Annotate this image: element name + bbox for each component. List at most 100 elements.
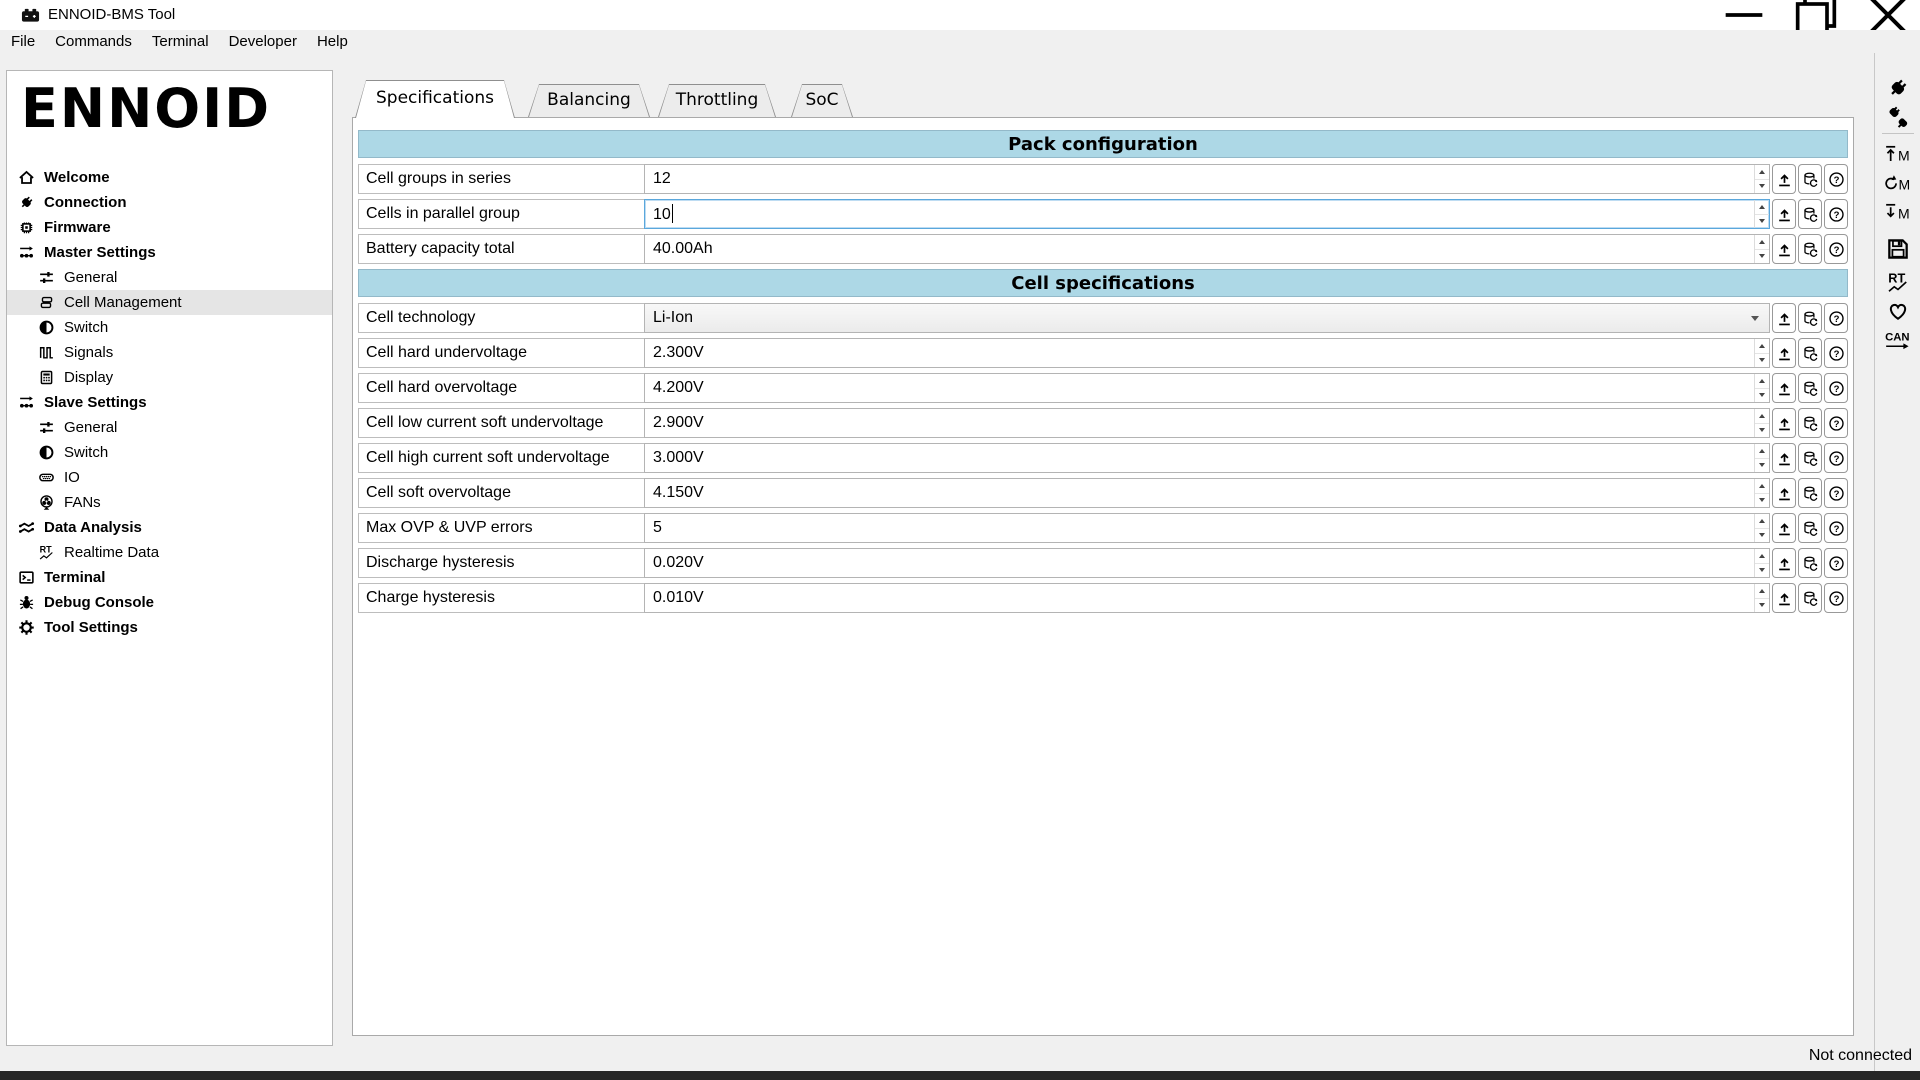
cells-in-parallel-group-input[interactable]: 10 bbox=[644, 199, 1770, 229]
spin-up-button[interactable] bbox=[1755, 514, 1769, 528]
spin-up-button[interactable] bbox=[1755, 165, 1769, 179]
menu-file[interactable]: File bbox=[1, 30, 45, 53]
write-value-button[interactable] bbox=[1772, 164, 1796, 194]
help-button[interactable]: ? bbox=[1824, 338, 1848, 368]
minimize-button[interactable] bbox=[1722, 0, 1766, 30]
sidebar-item-data-analysis[interactable]: Data Analysis bbox=[7, 515, 332, 540]
restore-button[interactable] bbox=[1794, 0, 1838, 30]
sidebar-item-tool-settings[interactable]: Tool Settings bbox=[7, 615, 332, 640]
write-value-button[interactable] bbox=[1772, 234, 1796, 264]
cell-technology-combobox[interactable]: Li-Ion bbox=[644, 303, 1770, 333]
disconnect-button[interactable] bbox=[1883, 105, 1913, 131]
spin-down-button[interactable] bbox=[1755, 493, 1769, 508]
help-button[interactable]: ? bbox=[1824, 234, 1848, 264]
write-value-button[interactable] bbox=[1772, 583, 1796, 613]
write-value-button[interactable] bbox=[1772, 408, 1796, 438]
sidebar-item-general[interactable]: General bbox=[7, 265, 332, 290]
write-value-button[interactable] bbox=[1772, 373, 1796, 403]
store-value-button[interactable] bbox=[1798, 234, 1822, 264]
help-button[interactable]: ? bbox=[1824, 548, 1848, 578]
store-value-button[interactable] bbox=[1798, 583, 1822, 613]
spin-down-button[interactable] bbox=[1755, 249, 1769, 264]
cell-hard-undervoltage-input[interactable]: 2.300V bbox=[644, 338, 1770, 368]
write-value-button[interactable] bbox=[1772, 303, 1796, 333]
tab-throttling[interactable]: Throttling bbox=[658, 84, 776, 117]
write-master-button[interactable]: M bbox=[1883, 141, 1913, 167]
spin-up-button[interactable] bbox=[1755, 549, 1769, 563]
sidebar-item-fans[interactable]: FANs bbox=[7, 490, 332, 515]
connect-button[interactable] bbox=[1883, 75, 1913, 101]
store-value-button[interactable] bbox=[1798, 199, 1822, 229]
write-value-button[interactable] bbox=[1772, 513, 1796, 543]
max-ovp-uvp-errors-input[interactable]: 5 bbox=[644, 513, 1770, 543]
spin-down-button[interactable] bbox=[1755, 179, 1769, 194]
spin-down-button[interactable] bbox=[1755, 214, 1769, 229]
charge-hysteresis-input[interactable]: 0.010V bbox=[644, 583, 1770, 613]
spin-up-button[interactable] bbox=[1755, 374, 1769, 388]
store-value-button[interactable] bbox=[1798, 548, 1822, 578]
sidebar-item-welcome[interactable]: Welcome bbox=[7, 165, 332, 190]
store-value-button[interactable] bbox=[1798, 373, 1822, 403]
cell-soft-overvoltage-input[interactable]: 4.150V bbox=[644, 478, 1770, 508]
spin-up-button[interactable] bbox=[1755, 339, 1769, 353]
write-value-button[interactable] bbox=[1772, 199, 1796, 229]
save-button[interactable] bbox=[1883, 236, 1913, 262]
spin-down-button[interactable] bbox=[1755, 563, 1769, 578]
realtime-data-button[interactable]: RT bbox=[1883, 269, 1913, 295]
sidebar-item-switch[interactable]: Switch bbox=[7, 315, 332, 340]
cell-low-current-soft-undervoltage-input[interactable]: 2.900V bbox=[644, 408, 1770, 438]
store-value-button[interactable] bbox=[1798, 408, 1822, 438]
sidebar-item-switch[interactable]: Switch bbox=[7, 440, 332, 465]
help-button[interactable]: ? bbox=[1824, 164, 1848, 194]
sidebar-item-master-settings[interactable]: Master Settings bbox=[7, 240, 332, 265]
sidebar-item-terminal[interactable]: Terminal bbox=[7, 565, 332, 590]
sidebar-item-connection[interactable]: Connection bbox=[7, 190, 332, 215]
help-button[interactable]: ? bbox=[1824, 513, 1848, 543]
write-value-button[interactable] bbox=[1772, 443, 1796, 473]
spin-down-button[interactable] bbox=[1755, 423, 1769, 438]
sidebar-item-signals[interactable]: Signals bbox=[7, 340, 332, 365]
battery-capacity-total-input[interactable]: 40.00Ah bbox=[644, 234, 1770, 264]
help-button[interactable]: ? bbox=[1824, 583, 1848, 613]
read-master-button[interactable]: M bbox=[1883, 199, 1913, 225]
write-value-button[interactable] bbox=[1772, 478, 1796, 508]
sidebar-item-firmware[interactable]: Firmware bbox=[7, 215, 332, 240]
sidebar-item-debug-console[interactable]: Debug Console bbox=[7, 590, 332, 615]
tab-specifications[interactable]: Specifications bbox=[355, 80, 515, 118]
sidebar-item-display[interactable]: Display bbox=[7, 365, 332, 390]
write-value-button[interactable] bbox=[1772, 338, 1796, 368]
help-button[interactable]: ? bbox=[1824, 373, 1848, 403]
menu-terminal[interactable]: Terminal bbox=[142, 30, 219, 53]
store-value-button[interactable] bbox=[1798, 303, 1822, 333]
spin-down-button[interactable] bbox=[1755, 528, 1769, 543]
store-value-button[interactable] bbox=[1798, 513, 1822, 543]
sidebar-item-general[interactable]: General bbox=[7, 415, 332, 440]
reload-master-button[interactable]: M bbox=[1883, 170, 1913, 196]
menu-developer[interactable]: Developer bbox=[219, 30, 307, 53]
cell-groups-in-series-input[interactable]: 12 bbox=[644, 164, 1770, 194]
store-value-button[interactable] bbox=[1798, 443, 1822, 473]
can-forward-button[interactable]: CAN bbox=[1883, 327, 1913, 353]
menu-commands[interactable]: Commands bbox=[45, 30, 142, 53]
store-value-button[interactable] bbox=[1798, 338, 1822, 368]
spin-up-button[interactable] bbox=[1755, 584, 1769, 598]
spin-down-button[interactable] bbox=[1755, 598, 1769, 613]
cell-hard-overvoltage-input[interactable]: 4.200V bbox=[644, 373, 1770, 403]
store-value-button[interactable] bbox=[1798, 478, 1822, 508]
spin-down-button[interactable] bbox=[1755, 458, 1769, 473]
spin-up-button[interactable] bbox=[1755, 409, 1769, 423]
cell-high-current-soft-undervoltage-input[interactable]: 3.000V bbox=[644, 443, 1770, 473]
favorites-button[interactable] bbox=[1883, 298, 1913, 324]
sidebar-item-realtime-data[interactable]: RTRealtime Data bbox=[7, 540, 332, 565]
help-button[interactable]: ? bbox=[1824, 303, 1848, 333]
sidebar-item-slave-settings[interactable]: Slave Settings bbox=[7, 390, 332, 415]
spin-down-button[interactable] bbox=[1755, 388, 1769, 403]
spin-up-button[interactable] bbox=[1755, 200, 1769, 214]
menu-help[interactable]: Help bbox=[307, 30, 358, 53]
help-button[interactable]: ? bbox=[1824, 443, 1848, 473]
close-button[interactable] bbox=[1866, 0, 1910, 30]
sidebar-item-cell-management[interactable]: Cell Management bbox=[7, 290, 332, 315]
store-value-button[interactable] bbox=[1798, 164, 1822, 194]
discharge-hysteresis-input[interactable]: 0.020V bbox=[644, 548, 1770, 578]
spin-up-button[interactable] bbox=[1755, 479, 1769, 493]
